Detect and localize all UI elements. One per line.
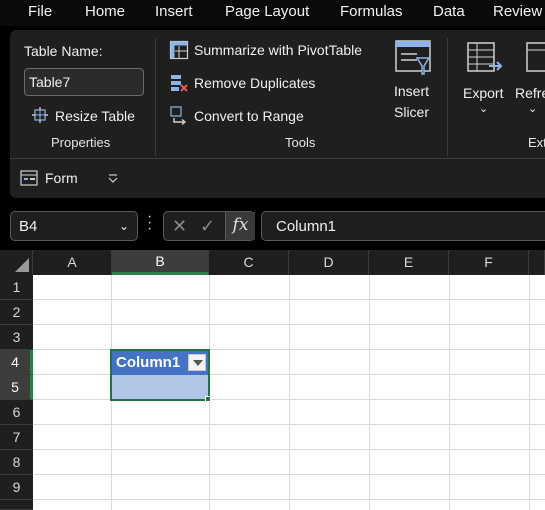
- form-label: Form: [45, 170, 78, 186]
- external-data-group-label: Ext: [528, 135, 545, 150]
- gridline: [33, 324, 545, 325]
- row-header-5[interactable]: 5: [0, 375, 33, 400]
- menu-review[interactable]: Review: [493, 3, 542, 20]
- select-all-icon: [15, 258, 29, 272]
- column-header-d[interactable]: D: [289, 250, 369, 275]
- formula-text: Column1: [276, 218, 337, 235]
- refresh-label: Refre: [515, 85, 545, 101]
- ribbon-separator: [155, 38, 156, 156]
- export-label: Export: [463, 85, 504, 101]
- row-header-7[interactable]: 7: [0, 425, 33, 450]
- fill-handle[interactable]: [205, 396, 211, 402]
- column-header-f[interactable]: F: [449, 250, 529, 275]
- row-header-3[interactable]: 3: [0, 325, 33, 350]
- ribbon-divider: [10, 158, 545, 159]
- row-header-10[interactable]: [0, 500, 33, 510]
- remove-duplicates-label: Remove Duplicates: [194, 75, 316, 91]
- formula-input[interactable]: Column1: [261, 211, 545, 241]
- column-header-e[interactable]: E: [369, 250, 449, 275]
- row-header-2[interactable]: 2: [0, 300, 33, 325]
- row-header-9[interactable]: 9: [0, 475, 33, 500]
- insert-slicer-label-1: Insert: [394, 83, 430, 99]
- table-name-input[interactable]: [24, 68, 144, 96]
- column-header-c[interactable]: C: [209, 250, 289, 275]
- select-all-button[interactable]: [0, 250, 33, 275]
- column-header-b[interactable]: B: [112, 250, 209, 275]
- formula-bar-grip-icon[interactable]: · · ·: [147, 209, 152, 237]
- gridline: [33, 474, 545, 475]
- selection-border: [110, 349, 210, 401]
- convert-to-range-icon: [170, 106, 187, 125]
- tools-group-label: Tools: [285, 135, 316, 150]
- resize-table-label: Resize Table: [55, 108, 135, 124]
- insert-slicer-label-2: Slicer: [394, 104, 430, 120]
- gridline: [33, 299, 545, 300]
- insert-slicer-icon: [395, 40, 431, 75]
- menu-data[interactable]: Data: [433, 3, 465, 20]
- name-box-value: B4: [19, 218, 38, 235]
- column-header-a[interactable]: A: [33, 250, 112, 275]
- refresh-icon: [526, 42, 545, 72]
- export-icon: [467, 42, 503, 72]
- menu-formulas[interactable]: Formulas: [340, 3, 403, 20]
- name-box[interactable]: B4 ⌄: [10, 211, 138, 241]
- menu-insert[interactable]: Insert: [155, 3, 193, 20]
- gridline: [33, 499, 545, 500]
- properties-group-label: Properties: [51, 135, 111, 150]
- export-dropdown-icon: ⌄: [479, 103, 489, 115]
- customize-toolbar-icon[interactable]: [107, 172, 119, 184]
- menu-bar: File Home Insert Page Layout Formulas Da…: [0, 0, 545, 26]
- cancel-icon[interactable]: ✕: [172, 216, 187, 237]
- worksheet-grid[interactable]: A B C D E F 1 2 3 4 5 6 7 8 9 Column1: [0, 250, 545, 510]
- row-header-1[interactable]: 1: [0, 275, 33, 300]
- gridline: [33, 424, 545, 425]
- row-header-8[interactable]: 8: [0, 450, 33, 475]
- ribbon: Table Name: Resize Table Properties Summ…: [10, 30, 545, 198]
- form-icon: [20, 170, 38, 186]
- formula-bar: B4 ⌄ · · · ✕ ✓ fx Column1: [0, 203, 545, 247]
- convert-to-range-label: Convert to Range: [194, 108, 304, 124]
- menu-file[interactable]: File: [28, 3, 52, 20]
- ribbon-separator: [447, 38, 448, 156]
- enter-icon[interactable]: ✓: [200, 216, 215, 237]
- summarize-pivot-label: Summarize with PivotTable: [194, 42, 363, 58]
- insert-function-button[interactable]: fx: [225, 212, 255, 240]
- formula-buttons: ✕ ✓ fx: [163, 211, 255, 241]
- name-box-dropdown-icon[interactable]: ⌄: [119, 219, 129, 233]
- table-name-label: Table Name:: [24, 43, 103, 59]
- column-header-g[interactable]: [529, 250, 545, 275]
- menu-page-layout[interactable]: Page Layout: [225, 3, 309, 20]
- row-header-4[interactable]: 4: [0, 350, 33, 375]
- remove-duplicates-icon: [171, 75, 188, 92]
- row-header-6[interactable]: 6: [0, 400, 33, 425]
- gridline: [33, 449, 545, 450]
- pivot-table-icon: [169, 40, 189, 60]
- resize-table-icon: [32, 107, 48, 123]
- refresh-dropdown-icon: ⌄: [528, 103, 538, 115]
- menu-home[interactable]: Home: [85, 3, 125, 20]
